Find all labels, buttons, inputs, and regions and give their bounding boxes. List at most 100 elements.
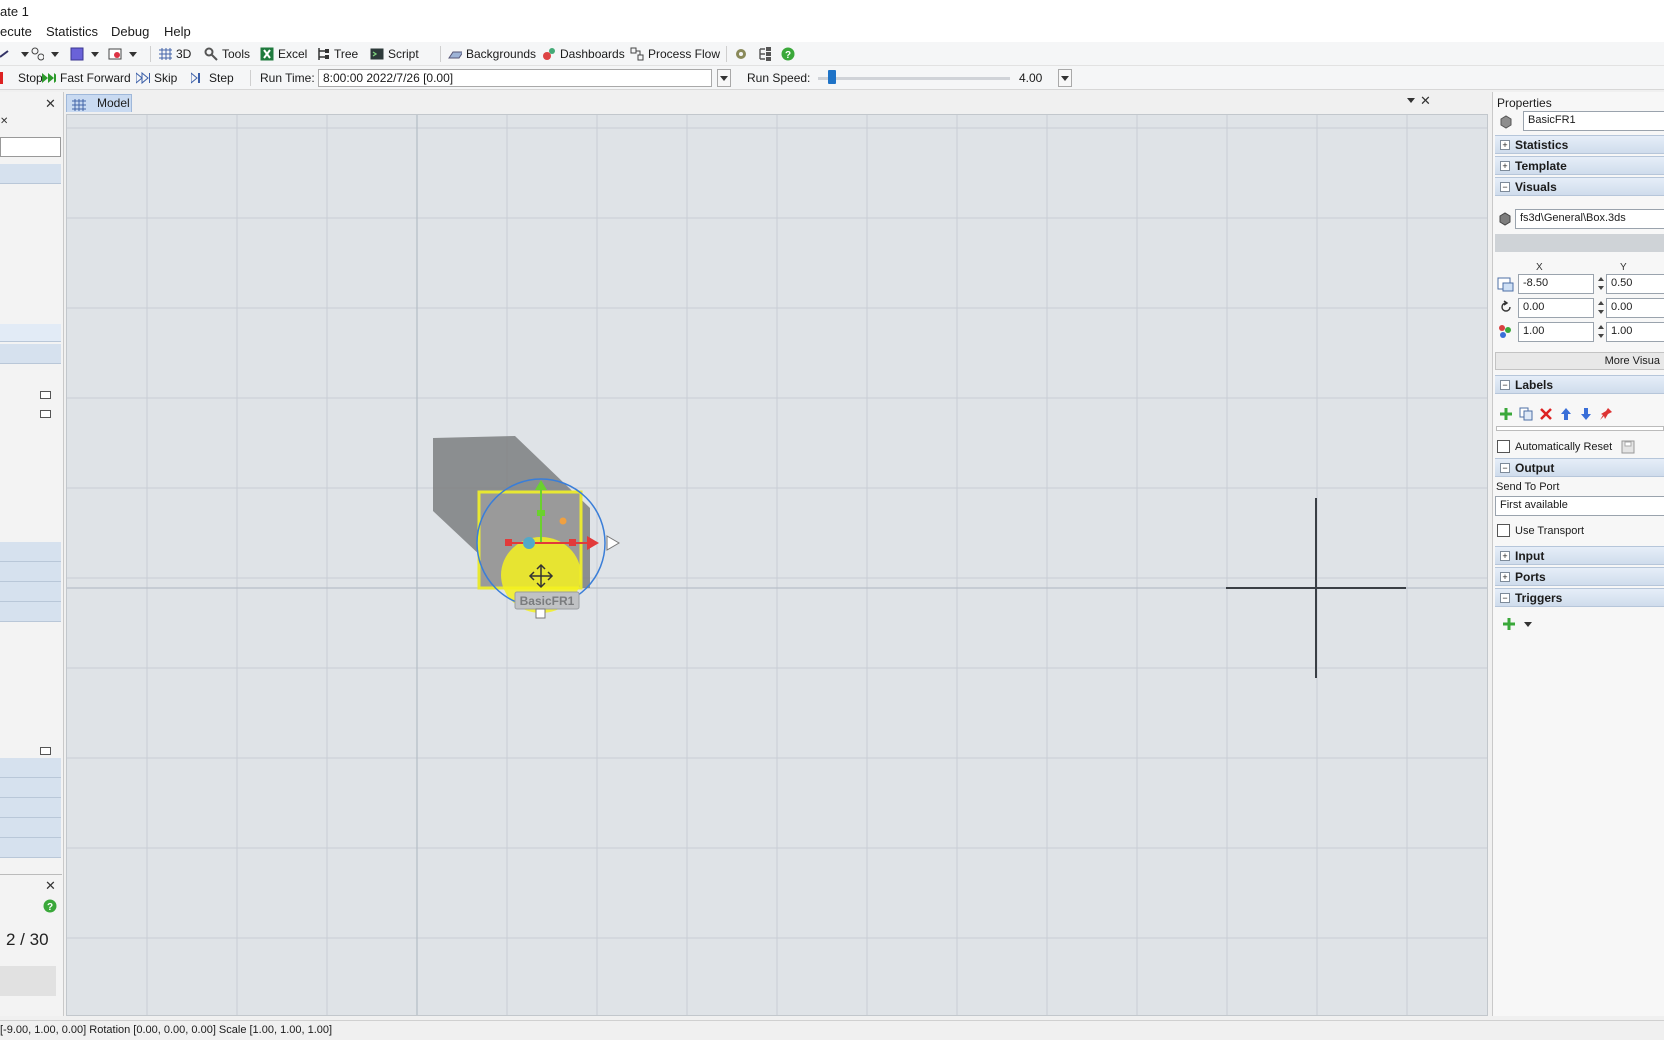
- section-input[interactable]: + Input: [1495, 546, 1664, 565]
- chevron-down-icon[interactable]: [1407, 98, 1415, 103]
- toolbar-excel-button[interactable]: Excel: [260, 45, 307, 63]
- help-button[interactable]: ?: [781, 45, 795, 63]
- skip-button[interactable]: Skip: [136, 69, 177, 87]
- close-icon[interactable]: ✕: [1420, 93, 1431, 109]
- app-window: ate 1 ecute Statistics Debug Help 3D Too…: [0, 0, 1664, 1040]
- menu-help[interactable]: Help: [164, 24, 191, 39]
- library-row[interactable]: [0, 562, 61, 582]
- section-output[interactable]: − Output: [1495, 458, 1664, 477]
- more-visuals-button[interactable]: More Visua: [1495, 352, 1664, 370]
- toolbar-dropdown-1[interactable]: [0, 45, 29, 63]
- delete-icon[interactable]: [1539, 407, 1553, 421]
- menu-debug[interactable]: Debug: [111, 24, 149, 39]
- step-button[interactable]: Step: [191, 69, 234, 87]
- section-ports[interactable]: + Ports: [1495, 567, 1664, 586]
- library-row[interactable]: [0, 164, 61, 184]
- library-row[interactable]: [0, 344, 61, 364]
- close-icon[interactable]: ✕: [45, 96, 56, 112]
- pin-icon[interactable]: [1599, 407, 1613, 421]
- position-y-input[interactable]: 0.50: [1606, 274, 1664, 294]
- auto-reset-checkbox[interactable]: [1497, 440, 1510, 453]
- arrow-up-icon[interactable]: [1559, 407, 1573, 421]
- model-3d-view[interactable]: BasicFR1: [66, 114, 1488, 1016]
- use-transport-checkbox[interactable]: [1497, 524, 1510, 537]
- tab-model[interactable]: Model: [66, 94, 132, 112]
- library-row[interactable]: [0, 798, 61, 818]
- step-label: Step: [209, 71, 234, 85]
- document-tabstrip: Model ✕: [64, 92, 1492, 112]
- size-y-input[interactable]: 1.00: [1606, 322, 1664, 342]
- save-icon[interactable]: [1621, 440, 1635, 454]
- menu-statistics[interactable]: Statistics: [46, 24, 98, 39]
- section-triggers[interactable]: − Triggers: [1495, 588, 1664, 607]
- toolbar-3d-button[interactable]: 3D: [158, 45, 191, 63]
- run-speed-value: 4.00: [1019, 71, 1043, 85]
- toolbar-dropdown-3[interactable]: [70, 45, 99, 63]
- toolbar-dropdown-2[interactable]: [30, 45, 59, 63]
- window-icon[interactable]: [40, 747, 51, 755]
- toolbar-dashboards-label: Dashboards: [560, 47, 625, 61]
- size-x-spinner[interactable]: [1597, 322, 1605, 342]
- toolbar-tree-button[interactable]: Tree: [316, 45, 358, 63]
- toolbar-dropdown-4[interactable]: [108, 45, 137, 63]
- section-template[interactable]: + Template: [1495, 156, 1664, 175]
- tab-close-icon[interactable]: ✕: [0, 116, 8, 127]
- window-icon[interactable]: [40, 391, 51, 399]
- rotation-x-input[interactable]: 0.00: [1518, 298, 1594, 318]
- tools-icon: [204, 47, 218, 61]
- library-row[interactable]: [0, 778, 61, 798]
- gear-icon: [736, 49, 746, 59]
- close-icon[interactable]: ✕: [45, 878, 56, 894]
- stop-button[interactable]: Stop: [0, 69, 43, 87]
- library-row[interactable]: [0, 758, 61, 778]
- run-speed-slider[interactable]: [818, 77, 1010, 80]
- rotation-x-spinner[interactable]: [1597, 298, 1605, 318]
- y-axis-label: Y: [1620, 262, 1627, 273]
- color-swatch[interactable]: [1495, 234, 1664, 252]
- run-time-field[interactable]: 8:00:00 2022/7/26 [0.00]: [318, 69, 712, 87]
- copy-icon[interactable]: [1519, 407, 1533, 421]
- visual-file-field[interactable]: fs3d\General\Box.3ds: [1515, 209, 1664, 229]
- position-x-spinner[interactable]: [1597, 274, 1605, 294]
- add-icon[interactable]: [1499, 407, 1513, 421]
- settings-button[interactable]: [734, 45, 748, 63]
- library-row[interactable]: [0, 818, 61, 838]
- toolbar-tools-button[interactable]: Tools: [204, 45, 250, 63]
- object-label[interactable]: BasicFR1: [520, 594, 575, 608]
- section-visuals[interactable]: − Visuals: [1495, 177, 1664, 196]
- object-name-field[interactable]: BasicFR1: [1523, 111, 1664, 131]
- help-icon[interactable]: ?: [43, 899, 57, 913]
- send-to-port-field[interactable]: First available: [1495, 496, 1664, 516]
- section-statistics[interactable]: + Statistics: [1495, 135, 1664, 154]
- toolbar-process-flow-button[interactable]: Process Flow: [630, 45, 720, 63]
- library-search-input[interactable]: [0, 137, 61, 157]
- arrow-down-icon[interactable]: [1579, 407, 1593, 421]
- section-labels[interactable]: − Labels: [1495, 375, 1664, 394]
- menu-execute[interactable]: ecute: [0, 24, 32, 39]
- library-row[interactable]: [0, 838, 61, 858]
- library-row[interactable]: [0, 602, 61, 622]
- rotation-y-input[interactable]: 0.00: [1606, 298, 1664, 318]
- window-icon[interactable]: [40, 410, 51, 418]
- color-square-icon: [70, 47, 84, 61]
- section-template-label: Template: [1515, 159, 1567, 173]
- size-x-input[interactable]: 1.00: [1518, 322, 1594, 342]
- toolbar-script-button[interactable]: Script: [370, 45, 419, 63]
- run-speed-slider-thumb[interactable]: [828, 70, 836, 84]
- tree-view-button[interactable]: [758, 45, 772, 63]
- add-trigger-icon[interactable]: [1502, 617, 1516, 631]
- chevron-down-icon[interactable]: [1524, 622, 1532, 627]
- run-time-dropdown[interactable]: [717, 69, 731, 87]
- toolbar-backgrounds-button[interactable]: Backgrounds: [448, 45, 536, 63]
- toolbar-dashboards-button[interactable]: Dashboards: [542, 45, 625, 63]
- run-speed-dropdown[interactable]: [1058, 69, 1072, 87]
- left-panel-button[interactable]: [0, 966, 56, 996]
- library-row[interactable]: [0, 324, 61, 342]
- toolbar-tree-label: Tree: [334, 47, 359, 61]
- fast-forward-button[interactable]: Fast Forward: [42, 69, 131, 87]
- library-row[interactable]: [0, 542, 61, 562]
- position-x-input[interactable]: -8.50: [1518, 274, 1594, 294]
- section-visuals-label: Visuals: [1515, 180, 1557, 194]
- position-icon: [1497, 277, 1514, 292]
- library-row[interactable]: [0, 582, 61, 602]
